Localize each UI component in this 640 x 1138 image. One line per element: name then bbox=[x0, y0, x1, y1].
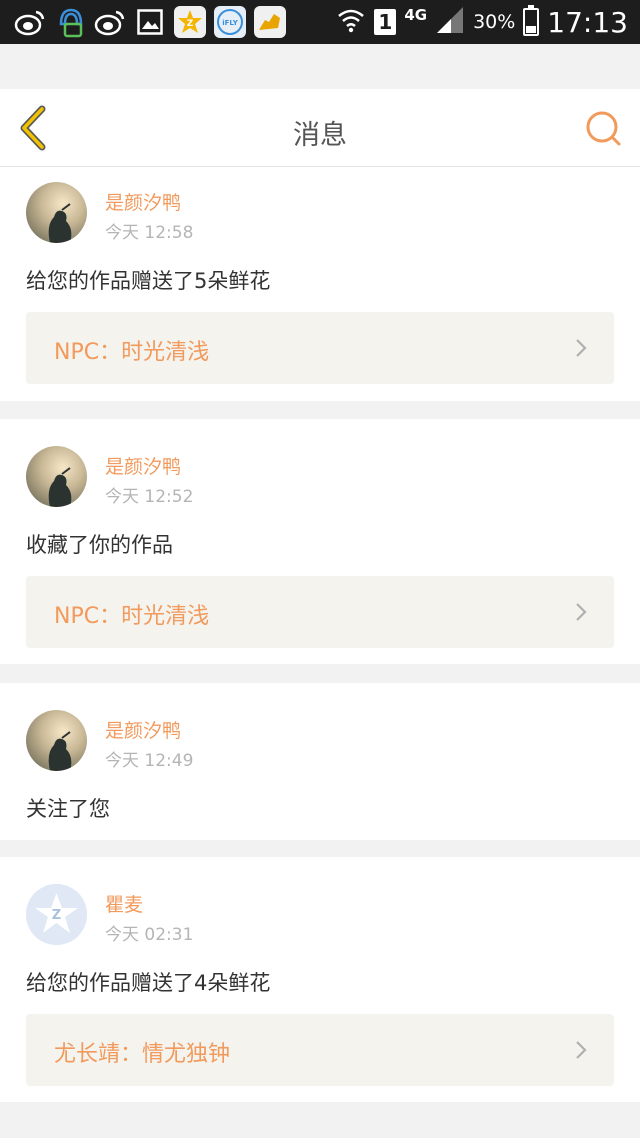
username-link[interactable]: 是颜汐鸭 bbox=[105, 452, 181, 479]
notification-message: 给您的作品赠送了5朵鲜花 bbox=[26, 269, 271, 293]
svg-text:iFLY: iFLY bbox=[222, 19, 239, 27]
clock: 17:13 bbox=[547, 5, 628, 39]
ifly-app-icon: iFLY bbox=[214, 6, 246, 38]
battery-icon bbox=[523, 5, 540, 36]
work-title: 尤长靖：情尤独钟 bbox=[54, 1042, 231, 1067]
notification-card: 是颜汐鸭 今天 12:49 关注了您 bbox=[0, 683, 640, 840]
notification-card: 是颜汐鸭 今天 12:58 给您的作品赠送了5朵鲜花 NPC：时光清浅 bbox=[0, 167, 640, 401]
notification-message: 给您的作品赠送了4朵鲜花 bbox=[26, 971, 271, 995]
notification-message: 收藏了你的作品 bbox=[26, 533, 173, 557]
timestamp: 今天 12:49 bbox=[105, 751, 194, 771]
work-link-card[interactable]: NPC：时光清浅 bbox=[26, 576, 614, 648]
svg-text:Z: Z bbox=[187, 19, 194, 29]
battery-percent: 30% bbox=[473, 11, 516, 33]
status-bar: Z iFLY 1 4G 30% 17:13 bbox=[0, 0, 640, 44]
user-avatar[interactable] bbox=[26, 710, 87, 771]
sim-indicator: 1 bbox=[374, 9, 397, 35]
svg-text:Z: Z bbox=[52, 908, 61, 923]
search-icon bbox=[586, 111, 621, 146]
chevron-right-icon bbox=[576, 1041, 587, 1059]
wifi-icon bbox=[336, 5, 366, 39]
timestamp: 今天 12:58 bbox=[105, 223, 194, 243]
timestamp: 今天 12:52 bbox=[105, 487, 194, 507]
page-title: 消息 bbox=[293, 120, 347, 151]
search-button[interactable] bbox=[584, 109, 624, 149]
username-link[interactable]: 是颜汐鸭 bbox=[105, 188, 181, 215]
chevron-right-icon bbox=[576, 339, 587, 357]
work-title: NPC：时光清浅 bbox=[54, 604, 210, 629]
top-nav-bar: 消息 bbox=[0, 89, 640, 167]
work-title: NPC：时光清浅 bbox=[54, 340, 210, 365]
notification-card: 是颜汐鸭 今天 12:52 收藏了你的作品 NPC：时光清浅 bbox=[0, 419, 640, 664]
timestamp: 今天 02:31 bbox=[105, 925, 194, 945]
weibo-icon bbox=[14, 6, 46, 38]
chat-bubble-icon bbox=[54, 6, 86, 38]
work-link-card[interactable]: 尤长靖：情尤独钟 bbox=[26, 1014, 614, 1086]
camel-app-icon bbox=[254, 6, 286, 38]
signal-icon bbox=[435, 5, 465, 39]
notification-card: Z 瞿麦 今天 02:31 给您的作品赠送了4朵鲜花 尤长靖：情尤独钟 bbox=[0, 857, 640, 1102]
user-avatar[interactable] bbox=[26, 182, 87, 243]
network-type: 4G bbox=[404, 6, 428, 24]
user-avatar[interactable]: Z bbox=[26, 884, 87, 945]
qzone-app-icon: Z bbox=[174, 6, 206, 38]
chevron-right-icon bbox=[576, 603, 587, 621]
user-avatar[interactable] bbox=[26, 446, 87, 507]
gallery-icon bbox=[134, 6, 166, 38]
username-link[interactable]: 是颜汐鸭 bbox=[105, 716, 181, 743]
weibo-icon bbox=[94, 6, 126, 38]
work-link-card[interactable]: NPC：时光清浅 bbox=[26, 312, 614, 384]
notification-message: 关注了您 bbox=[26, 797, 110, 821]
username-link[interactable]: 瞿麦 bbox=[105, 890, 143, 917]
